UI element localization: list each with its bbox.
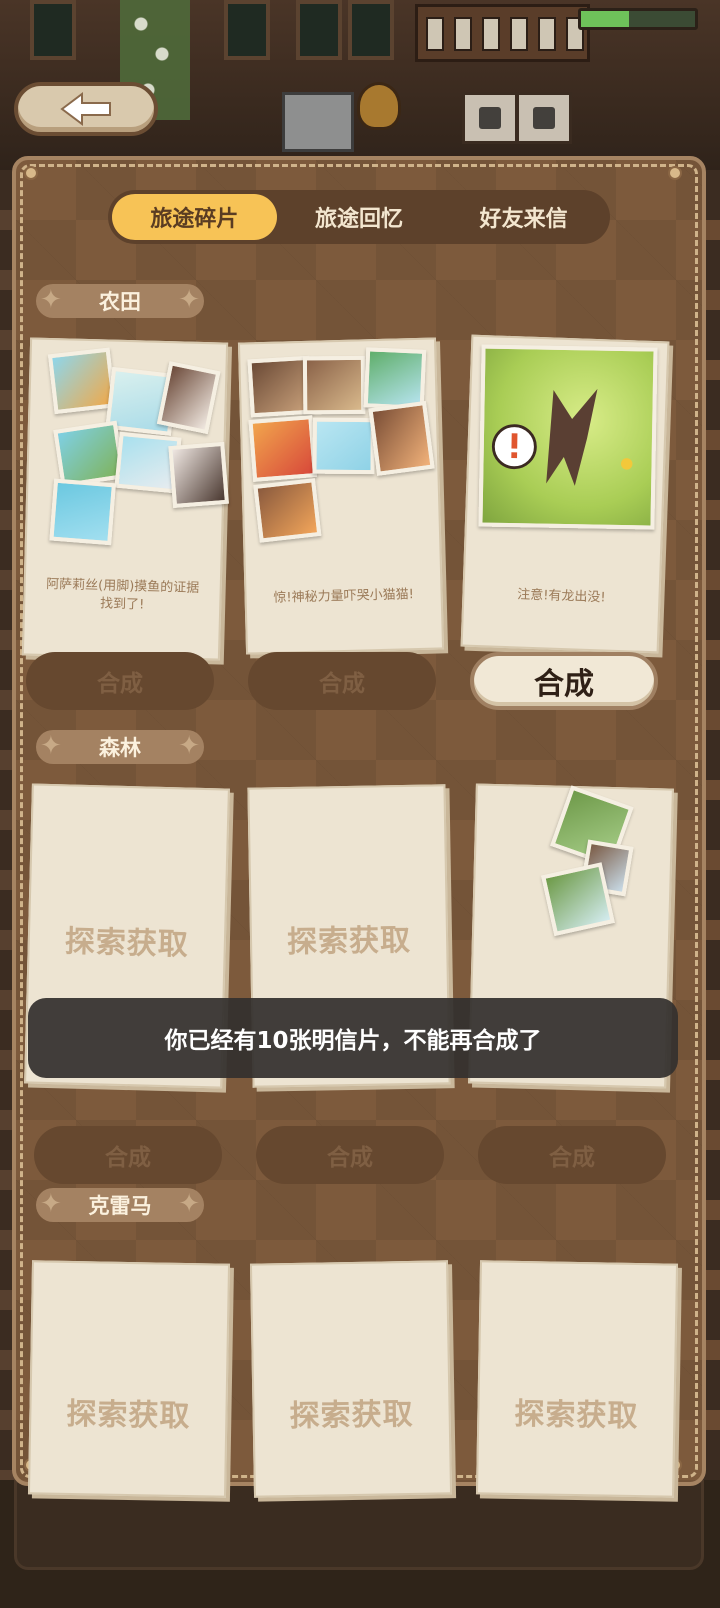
postcard-fragment[interactable]: 惊!神秘力量吓哭小猫猫! (237, 337, 445, 655)
section-title-crema: ✦ 克雷马 ✦ (36, 1188, 204, 1222)
sparkle-icon: ✦ (178, 1189, 200, 1219)
sparkle-icon: ✦ (40, 1189, 62, 1219)
corner-rivet (24, 166, 38, 180)
window-decor (30, 0, 76, 60)
shelf-decor (415, 4, 590, 62)
postcard-caption: 阿萨莉丝(用脚)摸鱼的证据 找到了! (45, 576, 200, 613)
toast-message: 你已经有10张明信片，不能再合成了 (28, 998, 678, 1078)
sparkle-icon: ✦ (178, 731, 200, 761)
tab-friend-letters[interactable]: 好友来信 (441, 194, 606, 240)
section-title-text: 农田 (99, 290, 141, 314)
explore-to-obtain-label: 探索获取 (289, 1396, 414, 1435)
fragment-piece (368, 400, 435, 476)
section-title-text: 克雷马 (88, 1194, 152, 1218)
tab-bar: 旅途碎片 旅途回忆 好友来信 (108, 190, 610, 244)
window-decor (348, 0, 394, 60)
tab-journey-memories[interactable]: 旅途回忆 (277, 194, 442, 240)
craft-button[interactable]: 合成 (248, 652, 436, 710)
sparkle-icon: ✦ (40, 731, 62, 761)
postcard-fragment[interactable]: 阿萨莉丝(用脚)摸鱼的证据 找到了! (21, 337, 230, 661)
postcard-complete[interactable]: 注意!有龙出没! (460, 334, 670, 654)
window-decor (224, 0, 270, 60)
section-title-farmland: ✦ 农田 ✦ (36, 284, 204, 318)
craft-button[interactable]: 合成 (256, 1126, 444, 1184)
postcard-caption: 惊!神秘力量吓哭小猫猫! (273, 587, 415, 606)
section-title-text: 森林 (99, 736, 141, 760)
fragment-piece (49, 478, 116, 546)
energy-progress-bar (578, 8, 698, 30)
fragment-piece (248, 415, 318, 482)
fragment-piece (168, 441, 230, 509)
back-button[interactable] (14, 82, 158, 136)
fragment-piece (253, 478, 322, 543)
postcard-locked[interactable]: 探索获取 (249, 1260, 453, 1498)
fragment-piece (540, 862, 615, 937)
stove-decor (516, 92, 572, 144)
craft-button-active[interactable]: 合成 (470, 652, 658, 710)
postcard-caption: 注意!有龙出没! (516, 587, 606, 606)
window-decor (296, 0, 342, 60)
explore-to-obtain-label: 探索获取 (64, 924, 190, 963)
postcard-photo (478, 344, 658, 530)
corner-rivet (668, 166, 682, 180)
fragment-piece (363, 347, 427, 410)
fragment-piece (302, 355, 366, 415)
kettle-decor (357, 82, 401, 130)
postcard-locked[interactable]: 探索获取 (475, 1260, 679, 1498)
explore-to-obtain-label: 探索获取 (514, 1396, 639, 1435)
bottom-area (0, 1480, 720, 1608)
energy-progress-fill (581, 11, 629, 27)
craft-button[interactable]: 合成 (34, 1126, 222, 1184)
craft-button[interactable]: 合成 (478, 1126, 666, 1184)
explore-to-obtain-label: 探索获取 (286, 922, 412, 961)
sparkle-icon: ✦ (40, 285, 62, 315)
craft-button[interactable]: 合成 (26, 652, 214, 710)
postcard-locked[interactable]: 探索获取 (27, 1260, 231, 1498)
tab-journey-fragments[interactable]: 旅途碎片 (112, 194, 277, 240)
arrow-left-icon (60, 92, 111, 126)
dragon-silhouette-icon (491, 388, 633, 486)
fragment-piece (156, 361, 221, 435)
sparkle-icon: ✦ (178, 285, 200, 315)
stove-decor (462, 92, 518, 144)
section-title-forest: ✦ 森林 ✦ (36, 730, 204, 764)
explore-to-obtain-label: 探索获取 (66, 1396, 191, 1435)
fragment-piece (47, 347, 117, 415)
fragment-piece (312, 417, 375, 475)
crate-decor (282, 92, 354, 152)
